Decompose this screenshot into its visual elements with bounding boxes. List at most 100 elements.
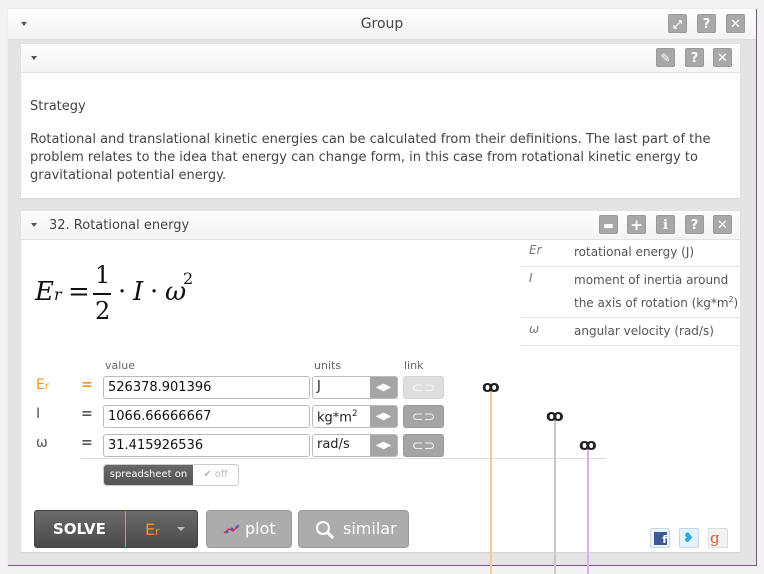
variable-description-end: ) — [733, 296, 739, 310]
chain-link-icon[interactable]: ꝏ — [579, 435, 597, 454]
row-label-text: E — [36, 377, 45, 393]
collapse-caret-icon[interactable] — [31, 223, 37, 227]
help-button[interactable]: ? — [685, 215, 704, 234]
i-unit-field[interactable]: kg*m2 ◀▶ — [312, 405, 398, 428]
row-label-sub: r — [44, 381, 49, 392]
spreadsheet-toggle[interactable]: spreadsheet on ✔ off — [103, 464, 239, 486]
equation-title: 32. Rotational energy — [49, 218, 190, 233]
formula-lhs: E — [35, 277, 54, 307]
facebook-icon: f — [654, 532, 667, 546]
similar-label: similar — [343, 519, 397, 538]
link-icon: ⊂⊃ — [411, 380, 436, 396]
solve-label: SOLVE — [53, 520, 106, 538]
google-plus-share-button[interactable]: g — [708, 528, 728, 548]
link-line-i — [554, 420, 556, 570]
swap-arrows-icon: ◀▶ — [375, 440, 392, 451]
variable-description: moment of inertia around the axis of rot… — [574, 267, 740, 317]
chain-link-icon[interactable]: ꝏ — [546, 406, 564, 425]
similar-button[interactable]: similar — [298, 510, 409, 548]
formula-denominator: 2 — [95, 297, 111, 325]
solve-button[interactable]: SOLVE Er — [34, 510, 198, 548]
row-label-er: Er — [36, 377, 49, 393]
group-window: Group ⤢ ? ✕ ✎ ? ✕ Strategy Rotational an… — [8, 9, 757, 571]
link-line-omega — [587, 449, 589, 569]
er-unit-field[interactable]: J ◀▶ — [312, 376, 398, 399]
expand-button[interactable]: ⤢ — [668, 14, 687, 33]
variable-row: I moment of inertia around the axis of r… — [521, 267, 740, 318]
expand-icon: ⤢ — [673, 18, 682, 31]
close-button[interactable]: ✕ — [713, 48, 732, 67]
comment-button[interactable]: ▬ — [599, 215, 618, 234]
formula-dot: · — [150, 277, 159, 307]
info-button[interactable]: i — [656, 215, 675, 234]
unit-text: kg*m2 — [317, 408, 357, 425]
collapse-caret-icon[interactable] — [31, 56, 37, 60]
strategy-title: Strategy — [30, 99, 86, 114]
add-button[interactable]: + — [627, 215, 646, 234]
variable-description: angular velocity (rad/s) — [574, 324, 714, 338]
fraction-bar — [93, 293, 111, 295]
omega-link-button[interactable]: ⊂⊃ — [403, 434, 444, 457]
close-button[interactable]: ✕ — [713, 215, 732, 234]
unit-convert-button[interactable]: ◀▶ — [370, 406, 397, 427]
unit-convert-button[interactable]: ◀▶ — [370, 435, 397, 456]
column-header-value: value — [105, 359, 136, 372]
variables-table: Er rotational energy (J) I moment of ine… — [521, 239, 740, 346]
link-line-er-tail — [490, 560, 492, 574]
edit-button[interactable]: ✎ — [656, 48, 675, 67]
variable-description-text: moment of inertia around the axis of rot… — [574, 273, 729, 310]
variable-row: Er rotational energy (J) — [521, 239, 740, 267]
formula-lhs-sub: r — [53, 285, 62, 304]
link-icon: ⊂⊃ — [411, 438, 436, 454]
row-label-omega: ω — [36, 435, 48, 451]
variable-symbol: ω — [529, 322, 540, 336]
equals-sign: = — [81, 406, 93, 422]
help-button[interactable]: ? — [697, 14, 716, 33]
solve-divider — [125, 511, 126, 547]
unit-text: rad/s — [317, 437, 350, 452]
solve-for-dropdown[interactable]: Er — [145, 520, 160, 539]
formula-I: I — [133, 277, 144, 307]
link-line-omega-tail — [587, 560, 589, 574]
variable-row: ω angular velocity (rad/s) — [521, 318, 740, 346]
spreadsheet-on-option[interactable]: spreadsheet on — [104, 465, 193, 485]
equals-sign: = — [81, 435, 93, 451]
close-button[interactable]: ✕ — [726, 14, 745, 33]
formula-exponent: 2 — [183, 269, 194, 288]
strategy-panel-header: ✎ ? ✕ — [21, 44, 740, 73]
formula-numerator: 1 — [95, 261, 111, 289]
formula-equals: = — [68, 277, 90, 307]
link-line-er — [490, 391, 492, 571]
er-value-input[interactable] — [103, 376, 310, 399]
variable-symbol: I — [529, 271, 533, 285]
unit-text-sup: 2 — [351, 408, 358, 418]
link-line-i-tail — [554, 560, 556, 574]
plot-button[interactable]: plot — [206, 510, 292, 548]
swap-arrows-icon: ◀▶ — [375, 382, 392, 393]
group-title: Group — [360, 16, 404, 32]
chevron-down-icon[interactable] — [177, 527, 185, 531]
pencil-icon: ✎ — [660, 51, 671, 65]
twitter-share-button[interactable]: ❥ — [679, 528, 699, 548]
omega-unit-field[interactable]: rad/s ◀▶ — [312, 434, 398, 457]
omega-value-input[interactable] — [103, 434, 310, 457]
twitter-icon: ❥ — [683, 531, 694, 546]
strategy-text: Rotational and translational kinetic ene… — [30, 132, 711, 183]
google-plus-icon: g — [710, 529, 720, 547]
close-icon: ✕ — [717, 51, 728, 66]
unit-convert-button[interactable]: ◀▶ — [370, 377, 397, 398]
link-icon: ⊂⊃ — [411, 409, 436, 425]
chain-link-icon[interactable]: ꝏ — [482, 377, 500, 396]
row-label-i: I — [36, 406, 41, 422]
i-value-input[interactable] — [103, 405, 310, 428]
help-button[interactable]: ? — [685, 48, 704, 67]
spreadsheet-off-option[interactable]: ✔ off — [193, 465, 238, 485]
facebook-share-button[interactable]: f — [650, 528, 670, 548]
equation-panel-header: 32. Rotational energy ▬ + i ? ✕ — [21, 211, 740, 240]
divider — [81, 458, 606, 459]
er-link-button[interactable]: ⊂⊃ — [403, 376, 444, 399]
equals-sign: = — [81, 377, 93, 393]
plot-label: plot — [245, 519, 276, 538]
i-link-button[interactable]: ⊂⊃ — [403, 405, 444, 428]
plot-icon — [223, 524, 240, 534]
